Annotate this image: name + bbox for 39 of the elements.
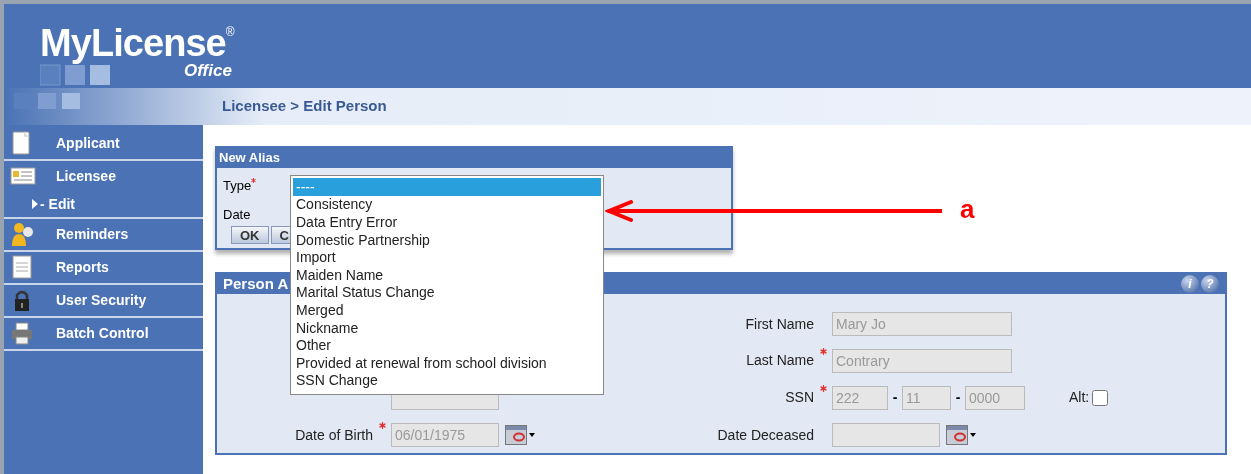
- sidebar-item[interactable]: Reminders: [4, 219, 203, 252]
- dropdown-option[interactable]: ----: [293, 178, 601, 196]
- people-icon: [10, 222, 36, 248]
- calendar-icon[interactable]: [505, 425, 535, 445]
- dropdown-option[interactable]: Nickname: [293, 318, 601, 337]
- panel-title: New Alias: [219, 149, 280, 168]
- separator-text: -: [954, 388, 962, 407]
- separator-text: -: [891, 388, 899, 407]
- field-label: Date of Birth: [294, 425, 374, 445]
- checkbox-label: Alt:: [1069, 388, 1090, 407]
- app-logo: MyLicense: [40, 24, 226, 62]
- sidebar-item[interactable]: Applicant: [4, 128, 203, 161]
- field-label: SSN: [784, 388, 815, 407]
- panel-title: Person A: [223, 273, 289, 294]
- field-label: Last Name: [745, 351, 815, 370]
- sidebar-item[interactable]: Reports: [4, 252, 203, 285]
- dropdown-option[interactable]: Other: [293, 336, 601, 354]
- field-label: Date Deceased: [716, 425, 815, 445]
- dropdown-option[interactable]: Maiden Name: [293, 265, 601, 284]
- dropdown-option[interactable]: SSN Change: [293, 371, 601, 390]
- dropdown-option[interactable]: Merged: [293, 301, 601, 319]
- sidebar-item[interactable]: Batch Control: [4, 318, 203, 351]
- dropdown-option[interactable]: Consistency: [293, 195, 601, 214]
- sidebar-subitem[interactable]: - Edit: [4, 191, 203, 219]
- annotation-label: a: [960, 196, 975, 222]
- sidebar-item[interactable]: Licensee: [4, 161, 203, 191]
- calendar-icon[interactable]: [946, 425, 976, 445]
- caret-icon: [32, 199, 38, 209]
- breadcrumb: Licensee > Edit Person: [222, 96, 387, 117]
- field-label: Date: [223, 206, 251, 224]
- dropdown-option[interactable]: Provided at renewal from school division: [293, 353, 601, 372]
- field-label: Type: [223, 177, 252, 195]
- dropdown-option[interactable]: Marital Status Change: [293, 283, 601, 302]
- sidebar-item[interactable]: User Security: [4, 285, 203, 318]
- dropdown-option[interactable]: Import: [293, 248, 601, 266]
- registered-mark: ®: [225, 26, 235, 38]
- tab-button[interactable]: OK: [231, 226, 269, 244]
- field-label: First Name: [744, 314, 815, 334]
- logo-subtitle: Office: [184, 62, 232, 79]
